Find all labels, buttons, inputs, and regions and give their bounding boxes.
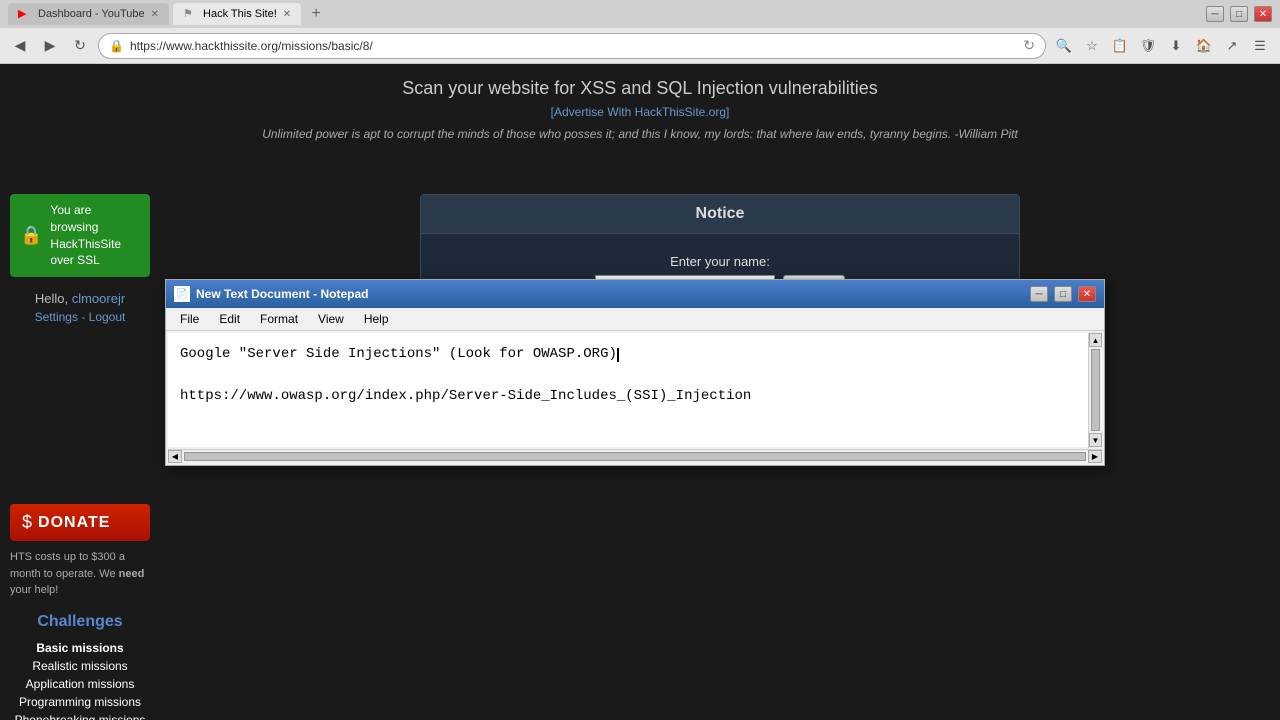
donate-label: DONATE	[38, 514, 110, 532]
browser-minimize[interactable]: ─	[1206, 6, 1224, 22]
donate-desc1: HTS costs up to $300 a month to operate.…	[10, 551, 125, 580]
notepad-line2: https://www.owasp.org/index.php/Server-S…	[180, 385, 1090, 407]
donate-need: need	[119, 568, 145, 580]
nav-bar: ◀ ▶ ↻ 🔒 https://www.hackthissite.org/mis…	[0, 28, 1280, 64]
ssl-lock-icon: 🔒	[20, 223, 42, 248]
top-banner: Scan your website for XSS and SQL Inject…	[0, 64, 1280, 147]
ssl-line2: HackThisSite over SSL	[50, 236, 140, 270]
mission-programming[interactable]: Programming missions	[10, 693, 150, 711]
menu-view[interactable]: View	[310, 310, 352, 328]
ssl-lock-icon: 🔒	[109, 39, 124, 53]
browser-maximize[interactable]: □	[1230, 6, 1248, 22]
scroll-left-arrow[interactable]: ◀	[168, 450, 182, 463]
tab-youtube-close[interactable]: ✕	[151, 9, 159, 20]
scroll-down-arrow[interactable]: ▼	[1089, 433, 1102, 447]
notepad-file-icon: 📄	[174, 286, 190, 302]
tab-hts-label: Hack This Site!	[203, 8, 277, 20]
hts-icon: ⚑	[183, 7, 197, 21]
new-tab-button[interactable]: +	[305, 3, 327, 25]
settings-link[interactable]: Settings	[35, 310, 78, 324]
mission-phreaking[interactable]: Phonehreaking missions	[10, 711, 150, 720]
tab-youtube-label: Dashboard - YouTube	[38, 8, 145, 20]
notepad-body[interactable]: Google "Server Side Injections" (Look fo…	[170, 335, 1100, 445]
advertise-link[interactable]: [Advertise With HackThisSite.org]	[0, 105, 1280, 119]
tab-youtube[interactable]: ▶ Dashboard - YouTube ✕	[8, 3, 169, 25]
tab-hts-close[interactable]: ✕	[283, 9, 291, 20]
menu-icon[interactable]: ☰	[1248, 34, 1272, 58]
settings-logout: Settings - Logout	[10, 310, 150, 324]
notepad-title-bar[interactable]: 📄 New Text Document - Notepad ─ □ ✕	[166, 280, 1104, 308]
download-icon[interactable]: ⬇	[1164, 34, 1188, 58]
menu-file[interactable]: File	[172, 310, 207, 328]
ssl-line1: You are browsing	[50, 202, 140, 236]
text-cursor	[617, 348, 619, 362]
notepad-maximize[interactable]: □	[1054, 286, 1072, 302]
youtube-icon: ▶	[18, 7, 32, 21]
mission-realistic[interactable]: Realistic missions	[10, 657, 150, 675]
sidebar: 🔒 You are browsing HackThisSite over SSL…	[0, 184, 160, 720]
notepad-menu: File Edit Format View Help	[166, 308, 1104, 331]
notepad-close[interactable]: ✕	[1078, 286, 1096, 302]
browser-chrome: ▶ Dashboard - YouTube ✕ ⚑ Hack This Site…	[0, 0, 1280, 64]
reload-button[interactable]: ↻	[68, 34, 92, 58]
hello-text: Hello, clmoorejr	[10, 291, 150, 306]
menu-help[interactable]: Help	[356, 310, 397, 328]
mission-application[interactable]: Application missions	[10, 675, 150, 693]
menu-format[interactable]: Format	[252, 310, 306, 328]
notepad-window: 📄 New Text Document - Notepad ─ □ ✕ File…	[165, 279, 1105, 466]
shield-icon[interactable]: 🛡	[1136, 34, 1160, 58]
notepad-scrollbar-horizontal[interactable]: ◀ ▶	[168, 449, 1102, 463]
quote-text: Unlimited power is apt to corrupt the mi…	[0, 127, 1280, 141]
dollar-icon: $	[22, 512, 32, 533]
forward-button[interactable]: ▶	[38, 34, 62, 58]
menu-edit[interactable]: Edit	[211, 310, 248, 328]
mission-basic[interactable]: Basic missions	[10, 639, 150, 657]
logout-link[interactable]: Logout	[89, 310, 126, 324]
title-bar: ▶ Dashboard - YouTube ✕ ⚑ Hack This Site…	[0, 0, 1280, 28]
address-text: https://www.hackthissite.org/missions/ba…	[130, 39, 1017, 53]
notepad-blank-line	[180, 365, 1090, 385]
page-content: Scan your website for XSS and SQL Inject…	[0, 64, 1280, 720]
back-button[interactable]: ◀	[8, 34, 32, 58]
notepad-line1: Google "Server Side Injections" (Look fo…	[180, 343, 1090, 365]
notepad-scrollbar-vertical[interactable]: ▲ ▼	[1088, 333, 1102, 447]
nav-icons: 🔍 ☆ 📋 🛡 ⬇ 🏠 ↗ ☰	[1052, 34, 1272, 58]
notepad-title: New Text Document - Notepad	[196, 287, 1024, 301]
home-icon[interactable]: 🏠	[1192, 34, 1216, 58]
hello-label: Hello,	[35, 291, 68, 306]
scroll-thumb[interactable]	[1091, 349, 1100, 431]
search-icon[interactable]: 🔍	[1052, 34, 1076, 58]
share-icon[interactable]: ↗	[1220, 34, 1244, 58]
donate-desc2: your help!	[10, 584, 58, 596]
challenges-heading: Challenges	[10, 613, 150, 631]
tab-hackthissite[interactable]: ⚑ Hack This Site! ✕	[173, 3, 301, 25]
scroll-right-arrow[interactable]: ▶	[1088, 450, 1102, 463]
donate-description: HTS costs up to $300 a month to operate.…	[10, 549, 150, 599]
notepad-minimize[interactable]: ─	[1030, 286, 1048, 302]
notice-title: Notice	[441, 205, 999, 223]
username-link[interactable]: clmoorejr	[72, 291, 125, 306]
donate-button[interactable]: $ DONATE	[10, 504, 150, 541]
banner-heading: Scan your website for XSS and SQL Inject…	[0, 78, 1280, 99]
notice-header: Notice	[421, 195, 1019, 234]
scroll-h-thumb[interactable]	[184, 452, 1086, 461]
address-bar[interactable]: 🔒 https://www.hackthissite.org/missions/…	[98, 33, 1046, 59]
name-label: Enter your name:	[441, 254, 999, 269]
bookmark2-icon[interactable]: 📋	[1108, 34, 1132, 58]
bookmark-icon[interactable]: ☆	[1080, 34, 1104, 58]
scroll-up-arrow[interactable]: ▲	[1089, 333, 1102, 347]
mission-links: Basic missions Realistic missions Applic…	[10, 639, 150, 720]
browser-close[interactable]: ✕	[1254, 6, 1272, 22]
refresh-icon[interactable]: ↻	[1023, 37, 1035, 54]
ssl-badge: 🔒 You are browsing HackThisSite over SSL	[10, 194, 150, 277]
